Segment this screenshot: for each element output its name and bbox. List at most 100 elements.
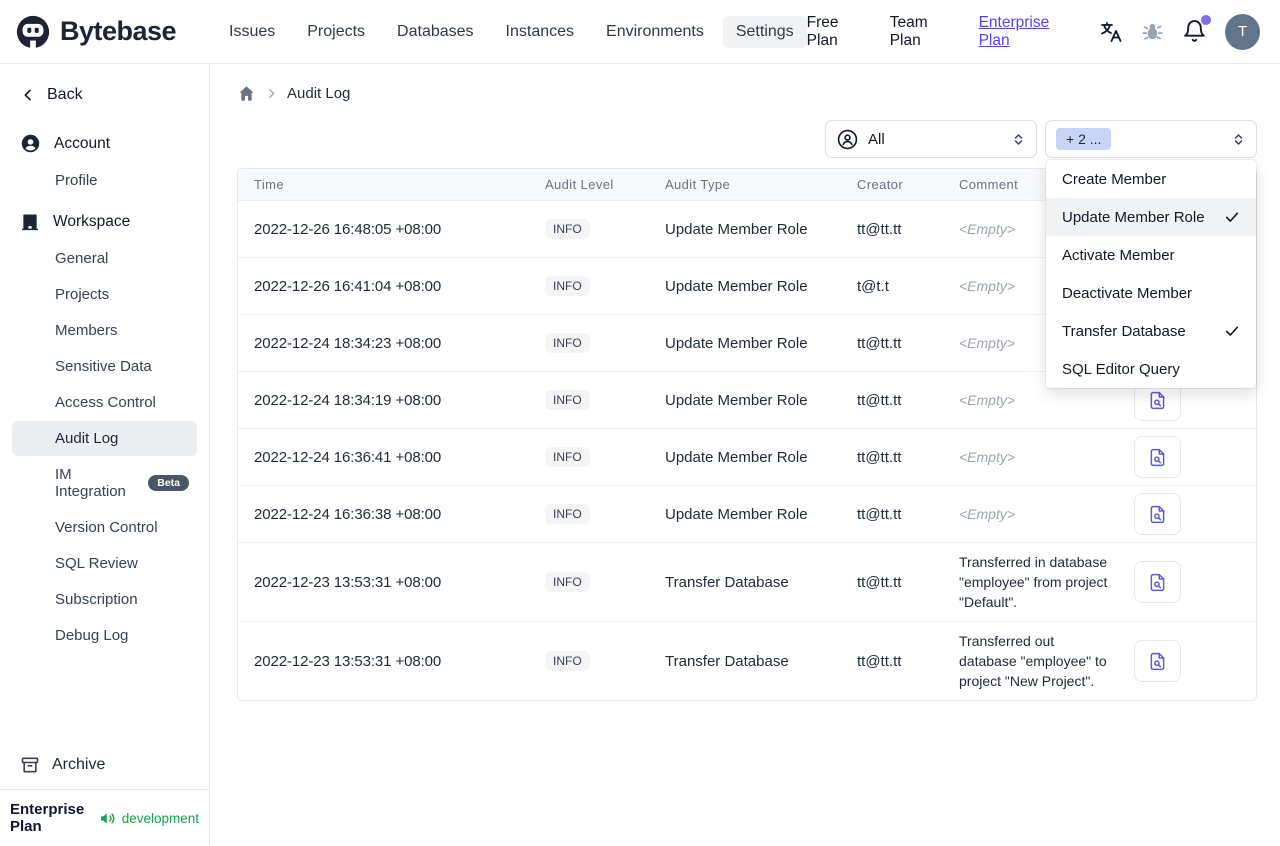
filters-row: All + 2 ... Create Member Update Member … <box>237 120 1257 388</box>
audit-type-filter-tag: + 2 ... <box>1056 128 1112 150</box>
menu-item-label: SQL Editor Query <box>1062 360 1180 378</box>
comment-text: <Empty> <box>959 506 1016 522</box>
table-row: 2022-12-23 13:53:31 +08:00 INFO Transfer… <box>238 542 1256 622</box>
sidebar-item[interactable]: Debug Log <box>12 618 197 653</box>
avatar[interactable]: T <box>1225 13 1261 50</box>
col-time: Time <box>238 169 529 201</box>
document-search-icon <box>1147 390 1168 411</box>
audit-type-filter-select[interactable]: + 2 ... Create Member Update Member Role… <box>1045 120 1257 388</box>
sidebar-item[interactable]: Audit Log <box>12 421 197 456</box>
document-search-icon <box>1147 651 1168 672</box>
back-button[interactable]: Back <box>0 78 209 112</box>
cell-time: 2022-12-23 13:53:31 +08:00 <box>238 542 529 622</box>
menu-item[interactable]: SQL Editor Query <box>1046 350 1256 388</box>
comment-text: Transferred out database "employee" to p… <box>959 633 1107 689</box>
sidebar-item[interactable]: IM Integration Beta <box>12 457 197 509</box>
cell-level: INFO <box>529 257 649 315</box>
table-row: 2022-12-24 16:36:38 +08:00 INFO Update M… <box>238 485 1256 543</box>
menu-item[interactable]: Create Member <box>1046 160 1256 198</box>
col-audit-level: Audit Level <box>529 169 649 201</box>
audit-level-badge: INFO <box>545 571 590 593</box>
cell-creator: tt@tt.tt <box>841 542 943 622</box>
comment-text: <Empty> <box>959 392 1016 408</box>
menu-item-label: Update Member Role <box>1062 208 1205 226</box>
bug-icon[interactable] <box>1141 20 1164 43</box>
app-root: Bytebase Issues Projects Databases Insta… <box>0 0 1280 846</box>
cell-level: INFO <box>529 201 649 258</box>
menu-item[interactable]: Transfer Database <box>1046 312 1256 350</box>
archive-button[interactable]: Archive <box>0 743 209 789</box>
bytebase-logo-icon <box>14 13 52 51</box>
sidebar-item[interactable]: Projects <box>12 277 197 312</box>
menu-item[interactable]: Activate Member <box>1046 236 1256 274</box>
archive-icon <box>20 755 40 775</box>
sidebar-item[interactable]: Sensitive Data <box>12 349 197 384</box>
sidebar-item[interactable]: Profile <box>12 163 197 198</box>
sidebar: Back Account Profile Workspace General P… <box>0 64 210 846</box>
free-plan-label[interactable]: Free Plan <box>807 14 872 50</box>
bell-icon[interactable] <box>1182 15 1212 44</box>
account-items: Profile <box>0 163 209 199</box>
cell-level: INFO <box>529 371 649 429</box>
menu-item-label: Transfer Database <box>1062 322 1186 340</box>
creator-filter-select[interactable]: All <box>825 120 1037 158</box>
sidebar-item[interactable]: Subscription <box>12 582 197 617</box>
sidebar-item[interactable]: Access Control <box>12 385 197 420</box>
enterprise-plan-link[interactable]: Enterprise Plan <box>979 14 1082 50</box>
sidebar-item-label: Projects <box>55 286 110 303</box>
cell-actions <box>1118 542 1256 622</box>
sidebar-item-label: General <box>55 250 109 267</box>
col-creator: Creator <box>841 169 943 201</box>
section-workspace: Workspace <box>0 203 209 241</box>
sidebar-item-label: Audit Log <box>55 430 119 447</box>
check-icon <box>1224 209 1240 225</box>
nav-item[interactable]: Environments <box>593 16 717 48</box>
nav-item[interactable]: Issues <box>216 16 288 48</box>
sidebar-item-label: Debug Log <box>55 627 129 644</box>
cell-actions <box>1118 485 1256 543</box>
view-detail-button[interactable] <box>1134 561 1181 603</box>
cell-type: Update Member Role <box>649 257 841 315</box>
cell-time: 2022-12-26 16:48:05 +08:00 <box>254 220 442 238</box>
cell-time: 2022-12-24 16:36:38 +08:00 <box>238 485 529 543</box>
translate-icon[interactable] <box>1099 20 1123 44</box>
menu-item[interactable]: Update Member Role <box>1046 198 1256 236</box>
sidebar-item[interactable]: Version Control <box>12 510 197 545</box>
cell-time: 2022-12-24 18:34:19 +08:00 <box>238 371 529 429</box>
notification-dot <box>1201 15 1212 25</box>
menu-item-label: Deactivate Member <box>1062 284 1193 302</box>
menu-item[interactable]: Deactivate Member <box>1046 274 1256 312</box>
document-search-icon <box>1147 504 1168 525</box>
breadcrumb: Audit Log <box>237 81 1257 105</box>
view-detail-button[interactable] <box>1134 640 1181 682</box>
cell-time: 2022-12-23 13:53:31 +08:00 <box>238 621 529 700</box>
col-audit-type: Audit Type <box>649 169 841 201</box>
menu-item-label: Activate Member <box>1062 246 1175 264</box>
selector-chevrons-icon <box>1011 132 1026 147</box>
sidebar-item[interactable]: SQL Review <box>12 546 197 581</box>
cell-type: Update Member Role <box>649 371 841 429</box>
view-detail-button[interactable] <box>1134 436 1181 478</box>
brand[interactable]: Bytebase <box>14 13 202 51</box>
audit-level-badge: INFO <box>545 332 590 354</box>
home-icon[interactable] <box>237 84 256 103</box>
cell-type: Update Member Role <box>665 220 808 238</box>
cell-creator: tt@tt.tt <box>841 485 943 543</box>
sidebar-item[interactable]: General <box>12 241 197 276</box>
chevron-left-icon <box>20 87 36 103</box>
sidebar-item-label: IM Integration <box>55 466 126 500</box>
audit-level-badge: INFO <box>545 446 590 468</box>
nav-item[interactable]: Instances <box>493 16 587 48</box>
nav-item[interactable]: Databases <box>384 16 487 48</box>
cell-creator: tt@tt.tt <box>841 428 943 486</box>
nav-item[interactable]: Settings <box>722 15 807 48</box>
comment-text: <Empty> <box>959 335 1016 351</box>
sidebar-item-label: Sensitive Data <box>55 358 152 375</box>
team-plan-label[interactable]: Team Plan <box>890 14 961 50</box>
sidebar-item[interactable]: Members <box>12 313 197 348</box>
cell-creator: tt@tt.tt <box>857 220 902 238</box>
view-detail-button[interactable] <box>1134 493 1181 535</box>
nav-item[interactable]: Projects <box>294 16 378 48</box>
section-account-title: Account <box>54 134 111 152</box>
